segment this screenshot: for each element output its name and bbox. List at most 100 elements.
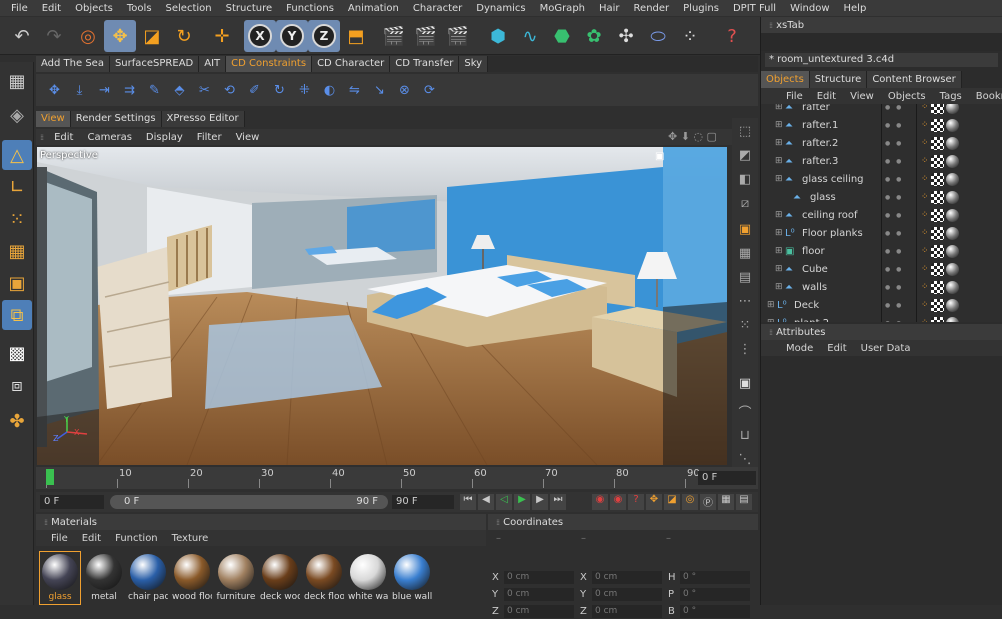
- rotate-tool-icon[interactable]: ↻: [168, 20, 200, 52]
- visibility-dots-icon[interactable]: ● ●: [885, 302, 903, 309]
- tab-objects[interactable]: Objects: [761, 71, 810, 88]
- expand-toggle-icon[interactable]: ⊞: [775, 174, 785, 184]
- bevel-tool-icon[interactable]: ◩: [734, 144, 756, 166]
- texture-tag-icon[interactable]: ⁘: [921, 192, 929, 202]
- menu-item-file[interactable]: File: [4, 3, 35, 14]
- texture-axis-icon[interactable]: ∟: [2, 172, 32, 202]
- menu-item-render[interactable]: Render: [627, 3, 677, 14]
- material-tag-icon[interactable]: [945, 244, 959, 258]
- texture-tag-icon[interactable]: ⁘: [921, 210, 929, 220]
- checker-tag-icon[interactable]: [930, 226, 944, 240]
- attributes-menu-edit[interactable]: Edit: [820, 343, 853, 354]
- checker-tag-icon[interactable]: [930, 244, 944, 258]
- preview-range-slider[interactable]: 0 F 90 F: [110, 495, 388, 509]
- tab-view[interactable]: View: [36, 111, 71, 127]
- tab-structure[interactable]: Structure: [809, 71, 868, 88]
- menu-item-objects[interactable]: Objects: [68, 3, 120, 14]
- scale-key-icon[interactable]: ◪: [664, 494, 680, 510]
- goto-start-icon[interactable]: ⏮: [460, 494, 476, 510]
- timeline-ruler[interactable]: 0102030405060708090 0 F: [36, 467, 758, 489]
- checker-icon[interactable]: ▩: [2, 338, 32, 368]
- material-tag-icon[interactable]: [945, 154, 959, 168]
- grid-icon[interactable]: ⁙: [734, 314, 756, 336]
- object-list-row[interactable]: ⊞ ⏶ ceiling roof ● ● ⁘: [761, 206, 1002, 224]
- timeline-options-icon[interactable]: ▤: [736, 494, 752, 510]
- tab-sky[interactable]: Sky: [459, 56, 489, 72]
- material-tag-icon[interactable]: [945, 262, 959, 276]
- coordinate-system-icon[interactable]: ⬒: [340, 20, 372, 52]
- expand-toggle-icon[interactable]: ⊞: [775, 246, 785, 256]
- cd-clamp-icon[interactable]: ✂: [194, 78, 215, 102]
- texture-tag-icon[interactable]: ⁘: [921, 318, 929, 322]
- material-swatch[interactable]: chair pad: [128, 552, 168, 604]
- playhead-marker[interactable]: [46, 469, 54, 485]
- tab-xpresso-editor[interactable]: XPresso Editor: [161, 111, 245, 127]
- visibility-dots-icon[interactable]: ● ●: [885, 158, 903, 165]
- texture-tag-icon[interactable]: ⁘: [921, 156, 929, 166]
- next-key-icon[interactable]: ▶: [532, 494, 548, 510]
- material-tag-icon[interactable]: [945, 136, 959, 150]
- view-menu-filter[interactable]: Filter: [190, 132, 229, 143]
- scale-tool-icon[interactable]: ◪: [136, 20, 168, 52]
- coordinate-field[interactable]: 0 cm: [592, 570, 662, 584]
- object-name[interactable]: rafter.2: [802, 138, 892, 149]
- nurbs-icon[interactable]: ⬣: [546, 20, 578, 52]
- object-name[interactable]: walls: [802, 282, 892, 293]
- cd-parent-icon[interactable]: ⇉: [119, 78, 140, 102]
- render-view-icon[interactable]: 🎬: [378, 20, 410, 52]
- layout-icon[interactable]: ▦: [2, 66, 32, 96]
- checker-tag-icon[interactable]: [930, 190, 944, 204]
- expand-toggle-icon[interactable]: ⊞: [775, 156, 785, 166]
- cd-point-icon[interactable]: ⤓: [69, 78, 90, 102]
- expand-toggle-icon[interactable]: ⊞: [775, 138, 785, 148]
- object-name[interactable]: rafter.3: [802, 156, 892, 167]
- visibility-dots-icon[interactable]: ● ●: [885, 212, 903, 219]
- x-axis-lock-icon[interactable]: X: [244, 20, 276, 52]
- visibility-dots-icon[interactable]: ● ●: [885, 230, 903, 237]
- expand-toggle-icon[interactable]: ⊞: [775, 228, 785, 238]
- material-swatch[interactable]: deck floor: [304, 552, 344, 604]
- cd-pose-icon[interactable]: ◐: [319, 78, 340, 102]
- object-list-row[interactable]: ⊞ ⏶ glass ceiling ● ● ⁘: [761, 170, 1002, 188]
- material-swatch[interactable]: white wall: [348, 552, 388, 604]
- picture-icon[interactable]: ▣: [734, 372, 756, 394]
- tab-cd-character[interactable]: CD Character: [312, 56, 391, 72]
- texture-tag-icon[interactable]: ⁘: [921, 228, 929, 238]
- checker-tag-icon[interactable]: [930, 154, 944, 168]
- material-tag-icon[interactable]: [945, 118, 959, 132]
- viewport-corner-icon[interactable]: ▣: [655, 151, 664, 162]
- rot-key-icon[interactable]: ◎: [682, 494, 698, 510]
- tab-ait[interactable]: AIT: [199, 56, 227, 72]
- stairs-icon[interactable]: ▤: [734, 266, 756, 288]
- expand-toggle-icon[interactable]: ⊞: [775, 264, 785, 274]
- move-tool-icon[interactable]: ✥: [104, 20, 136, 52]
- expand-toggle-icon[interactable]: ⊞: [775, 210, 785, 220]
- viewport-nav-icons[interactable]: ✥ ⬇ ◌ ▢: [668, 130, 717, 143]
- material-swatch[interactable]: deck wood: [260, 552, 300, 604]
- workplane-icon[interactable]: ⧈: [2, 370, 32, 400]
- visibility-dots-icon[interactable]: ● ●: [885, 284, 903, 291]
- points-mode-icon[interactable]: ⁙: [2, 204, 32, 234]
- cd-switch-icon[interactable]: ⇋: [344, 78, 365, 102]
- coordinate-field[interactable]: 0 °: [680, 570, 750, 584]
- param-key-icon[interactable]: Ⓟ: [700, 494, 716, 510]
- attributes-menu-user-data[interactable]: User Data: [854, 343, 918, 354]
- scene-icon[interactable]: ⬭: [642, 20, 674, 52]
- object-name[interactable]: rafter: [802, 104, 892, 113]
- objects-menu-view[interactable]: View: [843, 91, 881, 102]
- texture-tag-icon[interactable]: ⁘: [921, 120, 929, 130]
- materials-menu-function[interactable]: Function: [108, 533, 165, 544]
- undo-icon[interactable]: ↶: [6, 20, 38, 52]
- tab-content-browser[interactable]: Content Browser: [867, 71, 962, 88]
- cd-lock-icon[interactable]: ✐: [244, 78, 265, 102]
- material-tag-icon[interactable]: [945, 298, 959, 312]
- visibility-dots-icon[interactable]: ● ●: [885, 266, 903, 273]
- material-tag-icon[interactable]: [945, 172, 959, 186]
- checker-tag-icon[interactable]: [930, 172, 944, 186]
- end-frame-field[interactable]: 90 F: [392, 495, 454, 509]
- objects-menu-objects[interactable]: Objects: [881, 91, 933, 102]
- visibility-dots-icon[interactable]: ● ●: [885, 248, 903, 255]
- current-frame-field[interactable]: 0 F: [698, 471, 756, 485]
- sculpt-icon[interactable]: ✤: [2, 406, 32, 436]
- expand-toggle-icon[interactable]: ⊞: [775, 120, 785, 130]
